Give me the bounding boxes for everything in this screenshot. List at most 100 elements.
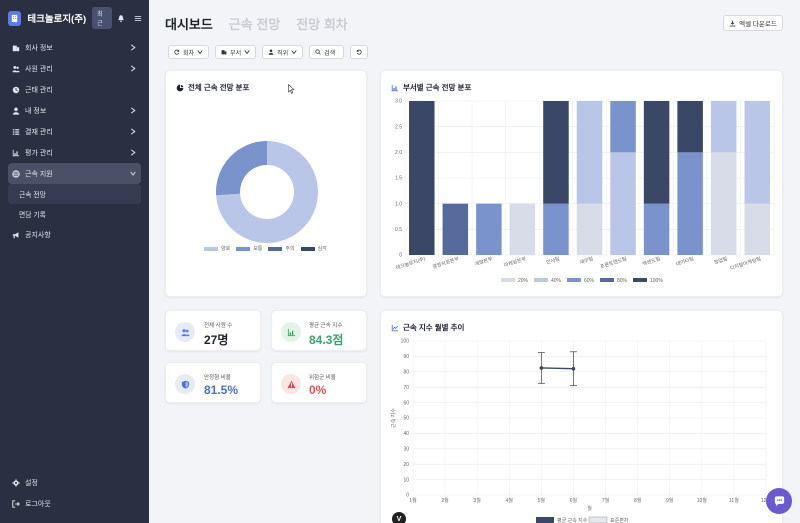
logout-icon xyxy=(12,499,20,508)
x-tick-label: 프론트엔드팀 xyxy=(599,255,627,270)
legend-label: 심각 xyxy=(317,246,327,252)
sidebar-item-logout[interactable]: 로그아웃 xyxy=(0,493,149,514)
sidebar-item-notice[interactable]: 공지사항 xyxy=(0,224,149,245)
bar-segment xyxy=(744,101,770,204)
sidebar-item-approval[interactable]: 결재 관리 xyxy=(0,121,149,142)
y-tick-label: 90 xyxy=(403,354,409,360)
sidebar-subitem-label: 근속 전망 xyxy=(19,192,46,199)
sidebar-item-evaluation[interactable]: 평가 관리 xyxy=(0,142,149,163)
reset-button[interactable] xyxy=(350,45,369,59)
sidebar-item-employees[interactable]: 사원 관리 xyxy=(0,58,149,79)
sidebar-subitem-label: 면담 기록 xyxy=(19,212,46,219)
bar-segment xyxy=(409,101,435,255)
bar-segment xyxy=(543,203,569,255)
tab-outlook-round[interactable]: 전망 회차 xyxy=(296,14,347,33)
sidebar-item-my-info[interactable]: 내 정보 xyxy=(0,100,149,121)
recent-badge[interactable]: 최근 xyxy=(92,7,112,29)
sidebar-subitem-interview-log[interactable]: 면담 기록 xyxy=(0,204,149,224)
legend-label: 60% xyxy=(584,278,595,284)
chevron-right-icon xyxy=(130,65,136,72)
legend-label: 주의 xyxy=(285,246,295,252)
stat-value: 0% xyxy=(309,383,327,397)
stat-icon-wrap xyxy=(175,322,195,342)
sidebar-subitem-retention-outlook[interactable]: 근속 전망 xyxy=(8,184,141,204)
x-tick-label: 6월 xyxy=(570,497,578,504)
menu-icon[interactable] xyxy=(134,14,142,23)
donut-legend: 양호 보통 주의 심각 xyxy=(204,245,333,252)
globe-icon xyxy=(12,169,20,178)
stat-value: 81.5% xyxy=(204,383,239,397)
chat-button[interactable] xyxy=(766,488,792,514)
bell-icon[interactable] xyxy=(117,14,125,23)
chevron-down-icon xyxy=(130,171,136,176)
stat-value: 84.3점 xyxy=(309,333,344,347)
stat-icon-wrap xyxy=(281,374,301,394)
y-tick-label: 2.0 xyxy=(395,150,402,156)
x-tick-label: 인사팀 xyxy=(545,255,560,266)
tab-retention-outlook[interactable]: 근속 전망 xyxy=(229,14,280,33)
x-tick-label: 11월 xyxy=(729,497,739,504)
y-tick-label: 3.0 xyxy=(395,99,402,105)
y-tick-label: 1.0 xyxy=(395,201,402,207)
y-tick-label: 100 xyxy=(401,339,410,345)
x-tick-label: 재무팀 xyxy=(579,255,594,266)
sidebar-item-company[interactable]: 회사 정보 xyxy=(0,37,149,58)
x-tick-label: 1월 xyxy=(409,497,417,504)
bar-segment xyxy=(509,203,536,255)
sidebar-item-retention[interactable]: 근속 지원 xyxy=(8,163,141,184)
x-tick-label: 경영지원본부 xyxy=(432,255,461,270)
y-tick-label: 30 xyxy=(403,447,409,453)
chevron-right-icon xyxy=(130,44,136,51)
refresh-icon xyxy=(174,49,180,55)
y-tick-label: 10 xyxy=(403,477,409,483)
stat-card-average-index: 평균 근속 지수 84.3점 xyxy=(271,310,367,351)
x-tick-label: 5월 xyxy=(538,497,546,504)
legend-label: 표준편차 xyxy=(610,517,629,523)
vercel-badge[interactable]: V xyxy=(392,512,406,523)
x-tick-label: 개발본부 xyxy=(474,255,494,267)
stat-label: 평균 근속 지수 xyxy=(309,323,343,329)
search-button[interactable]: 검색 xyxy=(309,45,345,59)
filter-label: 부서 xyxy=(230,50,242,57)
position-filter[interactable]: 직위 xyxy=(262,45,304,59)
round-filter[interactable]: 회차 xyxy=(168,45,210,59)
sidebar-item-label: 사원 관리 xyxy=(25,65,53,73)
stat-card-risk-ratio: 위험군 비율 0% xyxy=(271,362,367,403)
user-icon xyxy=(268,49,274,55)
department-filter[interactable]: 부서 xyxy=(215,45,257,59)
bar-segment xyxy=(744,203,770,255)
chevron-right-icon xyxy=(130,107,136,114)
y-axis-label: 근속 지수 xyxy=(390,408,397,428)
legend-label: 평균 근속 지수 xyxy=(557,517,588,523)
brand-name: 테크놀로지(주) xyxy=(27,14,87,25)
legend-label: 40% xyxy=(551,278,562,284)
bar-segment xyxy=(476,203,502,255)
y-tick-label: 20 xyxy=(403,462,409,468)
excel-download-button[interactable]: 엑셀 다운로드 xyxy=(723,15,783,31)
sidebar-item-label: 내 정보 xyxy=(25,107,47,115)
logo-icon xyxy=(8,10,22,26)
x-tick-label: 8월 xyxy=(634,497,642,504)
tab-dashboard[interactable]: 대시보드 xyxy=(165,14,213,33)
x-tick-label: 데이터팀 xyxy=(675,255,695,267)
legend-swatch xyxy=(300,246,315,251)
x-tick-label: 마케팅본부 xyxy=(503,255,527,269)
sidebar-item-label: 설정 xyxy=(25,479,38,487)
stat-card-total-employees: 전체 사원 수 27명 xyxy=(165,310,261,351)
chevron-right-icon xyxy=(130,128,136,135)
y-tick-label: 80 xyxy=(403,370,409,376)
sidebar-item-label: 공지사항 xyxy=(25,231,51,239)
megaphone-icon xyxy=(12,231,20,239)
x-tick-label: 9월 xyxy=(666,497,674,504)
sidebar-item-label: 근태 관리 xyxy=(25,86,53,94)
sidebar-item-attendance[interactable]: 근태 관리 xyxy=(0,79,149,100)
filter-label: 회차 xyxy=(183,50,195,57)
sidebar-item-settings[interactable]: 설정 xyxy=(0,472,149,493)
stacked-bar-chart: 00.51.01.52.02.53.0테크놀로지(주) 경영지원본부 개발본부 마케팅… xyxy=(395,99,775,284)
sidebar-bottom: 설정 로그아웃 xyxy=(0,472,149,514)
bar-segment xyxy=(710,101,737,153)
users-icon xyxy=(12,65,20,73)
chevron-right-icon xyxy=(130,149,136,156)
donut-slice xyxy=(216,141,267,196)
department-distribution-card: 부서별 근속 전망 분포 0 0.5 1.0 1.5 2.0 2.5 3.0 테크놀로지(주)… xyxy=(380,70,783,297)
